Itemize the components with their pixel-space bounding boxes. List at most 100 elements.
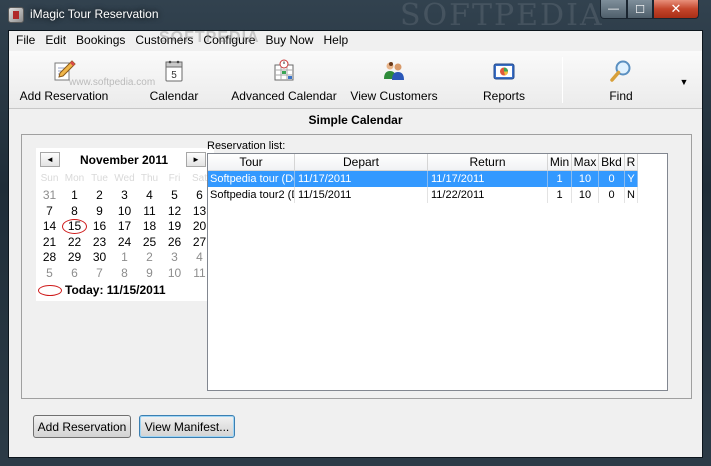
calendar-day[interactable]: 8 xyxy=(112,266,137,282)
calendar-day[interactable]: 11 xyxy=(137,204,162,220)
menu-file[interactable]: File xyxy=(11,31,40,50)
close-button[interactable]: ✕ xyxy=(653,0,699,19)
calendar-day[interactable]: 1 xyxy=(112,250,137,266)
calendar-day[interactable]: 24 xyxy=(112,235,137,251)
weekday-label: Fri xyxy=(168,173,181,184)
watermark: SOFTPEDIA xyxy=(400,0,604,33)
window-title: iMagic Tour Reservation xyxy=(30,7,159,21)
column-header-return[interactable]: Return xyxy=(428,154,548,171)
calendar-day-today[interactable]: 15 xyxy=(62,219,87,235)
weekday-label: Wed xyxy=(114,173,135,184)
minimize-button[interactable]: — xyxy=(600,0,627,19)
month-calendar[interactable]: ◄ November 2011 ► Sun Mon Tue Wed Thu Fr… xyxy=(36,148,214,301)
find-tool-button[interactable]: Find xyxy=(589,51,653,109)
menu-bookings[interactable]: Bookings xyxy=(71,31,130,50)
calendar-day[interactable]: 4 xyxy=(137,188,162,204)
calendar-day[interactable]: 22 xyxy=(62,235,87,251)
calendar-day-grid: 31 1 2 3 4 5 6 7 8 9 10 11 12 13 14 15 16 17 18 19 20 21 22 23 2… xyxy=(36,188,214,281)
reservation-list-header: Tour Depart Return Min Max Bkd R xyxy=(208,154,638,171)
app-icon xyxy=(8,7,24,23)
calendar-day[interactable]: 29 xyxy=(62,250,87,266)
calendar-icon: 5 xyxy=(165,60,183,82)
toolbar-separator xyxy=(562,57,563,103)
calendar-day[interactable]: 21 xyxy=(37,235,62,251)
calendar-day[interactable]: 5 xyxy=(37,266,62,282)
calendar-day[interactable]: 2 xyxy=(137,250,162,266)
calendar-day[interactable]: 1 xyxy=(62,188,87,204)
weekday-header: Sun Mon Tue Wed Thu Fri Sat xyxy=(36,173,214,187)
today-label: Today: 11/15/2011 xyxy=(65,283,166,297)
calendar-day[interactable]: 10 xyxy=(112,204,137,220)
page-title: Simple Calendar xyxy=(308,113,403,127)
table-row[interactable]: Softpedia tour (Dec)11/17/201111/17/2011… xyxy=(208,171,638,187)
app-window: iMagic Tour Reservation SOFTPEDIA — ☐ ✕ … xyxy=(0,0,711,466)
calendar-day[interactable]: 30 xyxy=(87,250,112,266)
menu-help[interactable]: Help xyxy=(318,31,353,50)
calendar-day[interactable]: 2 xyxy=(87,188,112,204)
maximize-button[interactable]: ☐ xyxy=(627,0,653,19)
add-reservation-button[interactable]: Add Reservation xyxy=(33,415,131,438)
calendar-day[interactable]: 26 xyxy=(162,235,187,251)
weekday-label: Sun xyxy=(40,173,59,184)
table-row[interactable]: Softpedia tour2 (Dec)11/15/201111/22/201… xyxy=(208,187,638,203)
customers-icon xyxy=(384,62,404,80)
calendar-day[interactable]: 7 xyxy=(37,204,62,220)
calendar-day[interactable]: 9 xyxy=(137,266,162,282)
advanced-calendar-label: Advanced Calendar xyxy=(231,89,337,103)
calendar-day[interactable]: 31 xyxy=(37,188,62,204)
calendar-day[interactable]: 8 xyxy=(62,204,87,220)
calendar-day[interactable]: 17 xyxy=(112,219,137,235)
column-header-min[interactable]: Min xyxy=(548,154,572,171)
cell-depart: 11/15/2011 xyxy=(295,187,428,203)
cell-max: 10 xyxy=(572,187,599,203)
calendar-day[interactable]: 5 xyxy=(162,188,187,204)
client-area: File Edit Bookings Customers Configure B… xyxy=(8,29,703,458)
calendar-day[interactable]: 3 xyxy=(112,188,137,204)
view-manifest-button[interactable]: View Manifest... xyxy=(139,415,235,438)
calendar-label: Calendar xyxy=(149,89,199,103)
cell-tour: Softpedia tour2 (Dec) xyxy=(208,187,295,203)
previous-month-button[interactable]: ◄ xyxy=(40,152,60,167)
cell-min: 1 xyxy=(548,171,572,187)
column-header-tour[interactable]: Tour xyxy=(208,154,295,171)
calendar-day[interactable]: 16 xyxy=(87,219,112,235)
cell-bkd: 0 xyxy=(599,187,625,203)
cell-tour: Softpedia tour (Dec) xyxy=(210,171,295,187)
title-bar[interactable]: iMagic Tour Reservation SOFTPEDIA — ☐ ✕ xyxy=(0,0,711,33)
calendar-day[interactable]: 6 xyxy=(62,266,87,282)
today-circle-icon xyxy=(38,284,62,296)
column-header-r[interactable]: R xyxy=(625,154,638,171)
calendar-day[interactable]: 25 xyxy=(137,235,162,251)
calendar-day[interactable]: 14 xyxy=(37,219,62,235)
toolbar-overflow-chevron-down-icon[interactable]: ▼ xyxy=(677,75,691,89)
menu-buy-now[interactable]: Buy Now xyxy=(260,31,318,50)
cell-max: 10 xyxy=(572,171,599,187)
menu-edit[interactable]: Edit xyxy=(40,31,71,50)
calendar-day[interactable]: 28 xyxy=(37,250,62,266)
advanced-calendar-tool-button[interactable]: Advanced Calendar xyxy=(227,51,341,109)
calendar-day[interactable]: 7 xyxy=(87,266,112,282)
next-month-button[interactable]: ► xyxy=(186,152,206,167)
toolbar: Add Reservation 5 Calendar Advanced Cale… xyxy=(9,51,702,109)
calendar-day[interactable]: 10 xyxy=(162,266,187,282)
find-label: Find xyxy=(609,89,633,103)
calendar-day[interactable]: 23 xyxy=(87,235,112,251)
reservation-list[interactable]: Tour Depart Return Min Max Bkd R Softpedia tou… xyxy=(207,153,668,391)
column-header-bkd[interactable]: Bkd xyxy=(599,154,625,171)
calendar-day[interactable]: 12 xyxy=(162,204,187,220)
column-header-depart[interactable]: Depart xyxy=(295,154,428,171)
today-link[interactable]: Today: 11/15/2011 xyxy=(38,282,214,298)
cell-depart: 11/17/2011 xyxy=(295,171,428,187)
calendar-day[interactable]: 19 xyxy=(162,219,187,235)
menu-bar: File Edit Bookings Customers Configure B… xyxy=(9,29,702,50)
column-header-max[interactable]: Max xyxy=(572,154,599,171)
reports-tool-button[interactable]: Reports xyxy=(471,51,537,109)
reports-label: Reports xyxy=(482,89,526,103)
calendar-day[interactable]: 9 xyxy=(87,204,112,220)
calendar-day[interactable]: 3 xyxy=(162,250,187,266)
view-customers-tool-button[interactable]: View Customers xyxy=(347,51,441,109)
cell-return: 11/17/2011 xyxy=(428,171,548,187)
cell-r: N xyxy=(625,187,638,203)
calendar-day[interactable]: 18 xyxy=(137,219,162,235)
magnifier-icon xyxy=(610,60,631,82)
